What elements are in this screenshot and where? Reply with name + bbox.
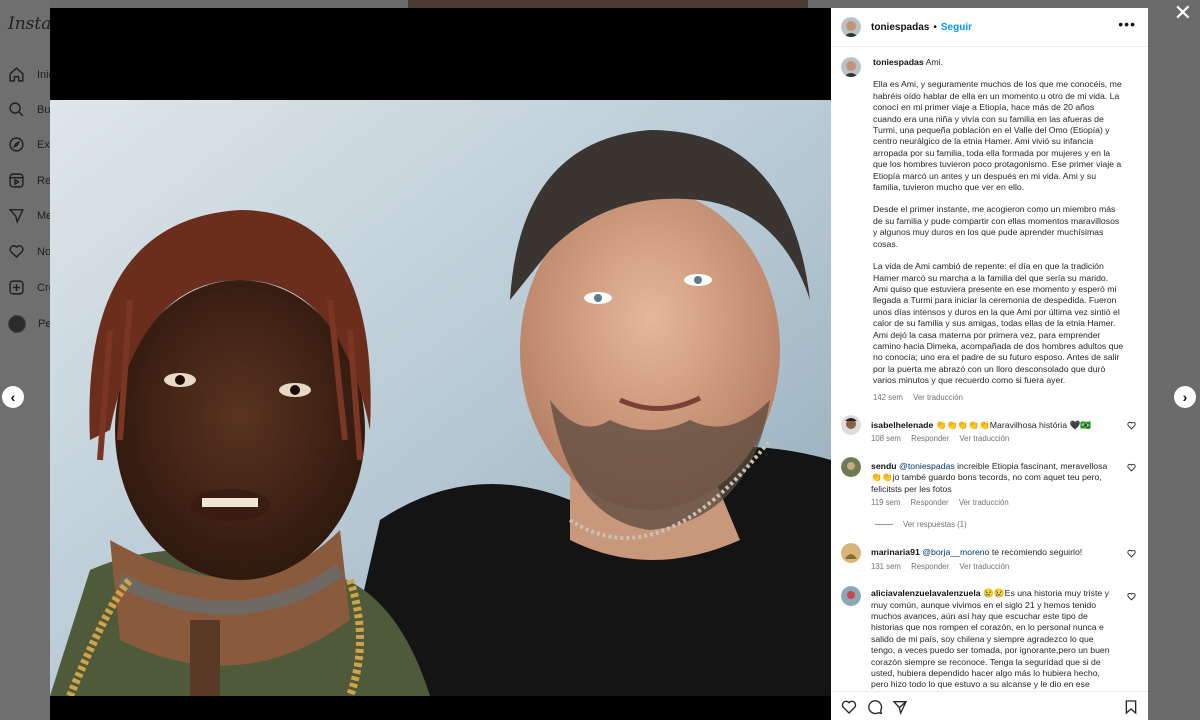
create-icon bbox=[9, 280, 24, 295]
messages-icon bbox=[8, 209, 24, 224]
close-button[interactable]: ✕ bbox=[1174, 0, 1192, 26]
search-icon bbox=[9, 102, 24, 117]
see-translation-link[interactable]: Ver traducción bbox=[959, 434, 1009, 443]
chevron-right-icon: › bbox=[1182, 389, 1188, 405]
post-media bbox=[50, 8, 831, 720]
post-caption: toniespadas Ami. Ella es Ami, y segurame… bbox=[831, 47, 1148, 403]
like-comment-heart-icon[interactable] bbox=[1127, 463, 1136, 472]
bookmark-icon[interactable] bbox=[1123, 699, 1139, 715]
comment-icon[interactable] bbox=[867, 699, 883, 715]
avatar-image bbox=[841, 17, 861, 37]
background-sidebar: Instagram Inicio Buscar Explorar Reels M… bbox=[0, 0, 105, 720]
like-comment-heart-icon[interactable] bbox=[1127, 421, 1136, 430]
comment-time: 108 sem bbox=[871, 434, 901, 444]
avatar-image bbox=[841, 543, 861, 564]
post-header: toniespadas • Seguir ••• bbox=[831, 8, 1148, 47]
next-arrow-button[interactable]: › bbox=[1174, 386, 1196, 408]
comment-item: marinaria91 @borja__moreno te recomiendo… bbox=[831, 543, 1148, 572]
see-translation-link[interactable]: Ver traducción bbox=[959, 498, 1009, 507]
comments-scroll-area[interactable]: toniespadas Ami. Ella es Ami, y segurame… bbox=[831, 47, 1148, 692]
photo-illustration bbox=[50, 100, 831, 696]
comment-item: sendu @toniespadas increible Etiopia fas… bbox=[831, 456, 1148, 509]
previous-arrow-button[interactable]: ‹ bbox=[2, 386, 24, 408]
comment-item: aliciavalenzuelavalenzuela 😢😢Es una hist… bbox=[831, 586, 1148, 691]
more-options-icon[interactable]: ••• bbox=[1118, 16, 1136, 32]
close-icon: ✕ bbox=[1173, 0, 1192, 25]
avatar-image bbox=[841, 586, 861, 607]
separator: • bbox=[933, 21, 937, 33]
author-avatar[interactable] bbox=[841, 17, 861, 37]
comment-username[interactable]: isabelhelenade bbox=[871, 420, 933, 430]
comment-time: 119 sem bbox=[871, 498, 901, 507]
reply-link[interactable]: Responder bbox=[911, 562, 949, 571]
comment-text: te recomiendo seguirlo! bbox=[989, 547, 1083, 558]
comment-text: 👏👏👏👏👏Maravilhosa história 🖤🇧🇷 bbox=[935, 419, 1092, 430]
caption-title: Ami. bbox=[925, 57, 944, 67]
caption-avatar[interactable] bbox=[841, 57, 861, 77]
comment-time: 131 sem bbox=[871, 561, 901, 571]
post-time: 142 sem bbox=[873, 392, 903, 402]
caption-username[interactable]: toniespadas bbox=[873, 57, 924, 67]
like-comment-heart-icon[interactable] bbox=[1127, 592, 1136, 601]
post-actions-bar bbox=[831, 691, 1148, 720]
reply-link[interactable]: Responder bbox=[911, 498, 949, 507]
explore-icon bbox=[9, 137, 24, 152]
commenter-avatar[interactable] bbox=[841, 414, 861, 435]
comment-username[interactable]: sendu bbox=[871, 461, 897, 471]
comment-item: isabelhelenade 👏👏👏👏👏Maravilhosa história… bbox=[831, 414, 1148, 445]
comment-text: 😢😢Es una historia muy triste y muy común… bbox=[871, 588, 1110, 690]
view-replies-label: Ver respuestas (1) bbox=[903, 520, 967, 530]
see-translation-link[interactable]: Ver traducción bbox=[913, 393, 963, 402]
comment-username[interactable]: aliciavalenzuelavalenzuela bbox=[871, 588, 981, 598]
profile-avatar bbox=[8, 315, 26, 333]
commenter-avatar[interactable] bbox=[841, 586, 861, 607]
heart-icon bbox=[9, 245, 24, 259]
see-translation-link[interactable]: Ver traducción bbox=[959, 562, 1009, 571]
reply-link[interactable]: Responder bbox=[911, 434, 949, 443]
comment-mention[interactable]: @borja__moreno bbox=[922, 547, 989, 557]
comment-username[interactable]: marinaria91 bbox=[871, 547, 920, 557]
replies-line bbox=[875, 524, 893, 526]
post-side-panel: toniespadas • Seguir ••• toniespadas Ami… bbox=[831, 8, 1148, 720]
background-thumbnails bbox=[408, 0, 808, 8]
caption-paragraph: Desde el primer instante, me acogieron c… bbox=[873, 204, 1120, 249]
reels-icon bbox=[9, 173, 24, 188]
follow-button[interactable]: Seguir bbox=[941, 22, 972, 33]
avatar-image bbox=[841, 57, 861, 77]
post-photo[interactable] bbox=[50, 100, 831, 696]
author-username[interactable]: toniespadas bbox=[871, 22, 929, 33]
chevron-left-icon: ‹ bbox=[10, 389, 16, 405]
caption-paragraph: Ella es Ami, y seguramente muchos de los… bbox=[873, 79, 1122, 193]
commenter-avatar[interactable] bbox=[841, 543, 861, 564]
home-icon bbox=[9, 67, 24, 82]
avatar-image bbox=[841, 414, 861, 435]
comment-mention[interactable]: @toniespadas bbox=[899, 461, 955, 471]
caption-paragraph: La vida de Ami cambió de repente: el día… bbox=[873, 261, 1124, 386]
avatar-image bbox=[841, 456, 861, 477]
commenter-avatar[interactable] bbox=[841, 456, 861, 477]
like-comment-heart-icon[interactable] bbox=[1127, 549, 1136, 558]
share-icon[interactable] bbox=[892, 699, 908, 715]
like-heart-icon[interactable] bbox=[841, 699, 857, 715]
view-replies-button[interactable]: Ver respuestas (1) bbox=[831, 520, 1148, 529]
